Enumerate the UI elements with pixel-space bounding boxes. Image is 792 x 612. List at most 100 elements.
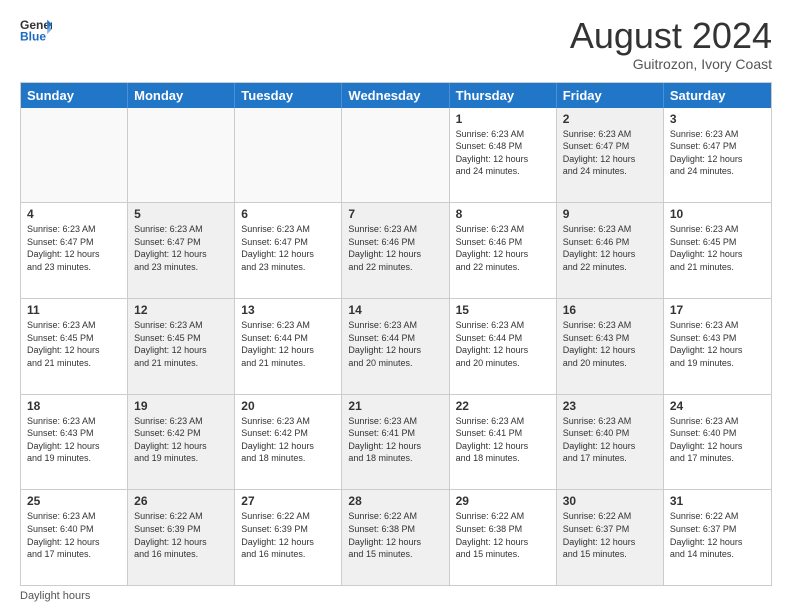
day-of-week-header: Monday: [128, 83, 235, 108]
day-info: Sunrise: 6:23 AM Sunset: 6:42 PM Dayligh…: [134, 415, 228, 465]
day-info: Sunrise: 6:23 AM Sunset: 6:41 PM Dayligh…: [348, 415, 442, 465]
calendar-cell: 19 Sunrise: 6:23 AM Sunset: 6:42 PM Dayli…: [128, 395, 235, 490]
day-info: Sunrise: 6:23 AM Sunset: 6:44 PM Dayligh…: [456, 319, 550, 369]
calendar-header: SundayMondayTuesdayWednesdayThursdayFrid…: [21, 83, 771, 108]
day-number: 29: [456, 494, 550, 508]
day-number: 12: [134, 303, 228, 317]
day-number: 9: [563, 207, 657, 221]
day-info: Sunrise: 6:23 AM Sunset: 6:46 PM Dayligh…: [348, 223, 442, 273]
day-of-week-header: Saturday: [664, 83, 771, 108]
calendar-cell: 9 Sunrise: 6:23 AM Sunset: 6:46 PM Daylig…: [557, 203, 664, 298]
calendar-cell: [342, 108, 449, 203]
day-info: Sunrise: 6:23 AM Sunset: 6:44 PM Dayligh…: [241, 319, 335, 369]
day-number: 17: [670, 303, 765, 317]
logo: General Blue: [20, 16, 52, 44]
calendar-cell: 14Sunrise: 6:23 AM Sunset: 6:44 PM Dayli…: [342, 299, 449, 394]
calendar-cell: 15Sunrise: 6:23 AM Sunset: 6:44 PM Dayli…: [450, 299, 557, 394]
calendar-cell: 20 Sunrise: 6:23 AM Sunset: 6:42 PM Dayli…: [235, 395, 342, 490]
day-number: 24: [670, 399, 765, 413]
day-number: 6: [241, 207, 335, 221]
day-number: 28: [348, 494, 442, 508]
calendar-cell: 17Sunrise: 6:23 AM Sunset: 6:43 PM Dayli…: [664, 299, 771, 394]
day-info: Sunrise: 6:23 AM Sunset: 6:48 PM Dayligh…: [456, 128, 550, 178]
day-number: 3: [670, 112, 765, 126]
day-info: Sunrise: 6:23 AM Sunset: 6:45 PM Dayligh…: [27, 319, 121, 369]
day-info: Sunrise: 6:23 AM Sunset: 6:47 PM Dayligh…: [563, 128, 657, 178]
calendar-cell: 10 Sunrise: 6:23 AM Sunset: 6:45 PM Dayli…: [664, 203, 771, 298]
day-number: 20: [241, 399, 335, 413]
day-number: 18: [27, 399, 121, 413]
calendar-cell: 28 Sunrise: 6:22 AM Sunset: 6:38 PM Dayli…: [342, 490, 449, 585]
calendar-cell: [21, 108, 128, 203]
day-info: Sunrise: 6:23 AM Sunset: 6:47 PM Dayligh…: [241, 223, 335, 273]
day-info: Sunrise: 6:23 AM Sunset: 6:42 PM Dayligh…: [241, 415, 335, 465]
day-number: 26: [134, 494, 228, 508]
svg-text:Blue: Blue: [20, 29, 46, 43]
day-number: 13: [241, 303, 335, 317]
day-info: Sunrise: 6:23 AM Sunset: 6:43 PM Dayligh…: [563, 319, 657, 369]
day-number: 25: [27, 494, 121, 508]
day-info: Sunrise: 6:23 AM Sunset: 6:45 PM Dayligh…: [670, 223, 765, 273]
day-info: Sunrise: 6:23 AM Sunset: 6:44 PM Dayligh…: [348, 319, 442, 369]
day-info: Sunrise: 6:22 AM Sunset: 6:39 PM Dayligh…: [241, 510, 335, 560]
day-info: Sunrise: 6:23 AM Sunset: 6:47 PM Dayligh…: [670, 128, 765, 178]
day-number: 21: [348, 399, 442, 413]
day-info: Sunrise: 6:23 AM Sunset: 6:43 PM Dayligh…: [27, 415, 121, 465]
calendar-cell: 13 Sunrise: 6:23 AM Sunset: 6:44 PM Dayli…: [235, 299, 342, 394]
calendar-cell: 26 Sunrise: 6:22 AM Sunset: 6:39 PM Dayli…: [128, 490, 235, 585]
day-number: 19: [134, 399, 228, 413]
day-info: Sunrise: 6:23 AM Sunset: 6:40 PM Dayligh…: [670, 415, 765, 465]
day-number: 7: [348, 207, 442, 221]
calendar-cell: 4 Sunrise: 6:23 AM Sunset: 6:47 PM Daylig…: [21, 203, 128, 298]
calendar-week-row: 11 Sunrise: 6:23 AM Sunset: 6:45 PM Dayli…: [21, 298, 771, 394]
day-info: Sunrise: 6:23 AM Sunset: 6:46 PM Dayligh…: [456, 223, 550, 273]
day-number: 2: [563, 112, 657, 126]
day-number: 27: [241, 494, 335, 508]
day-number: 30: [563, 494, 657, 508]
logo-icon: General Blue: [20, 16, 52, 44]
title-block: August 2024 Guitrozon, Ivory Coast: [570, 16, 772, 72]
day-info: Sunrise: 6:22 AM Sunset: 6:38 PM Dayligh…: [348, 510, 442, 560]
calendar-week-row: 18 Sunrise: 6:23 AM Sunset: 6:43 PM Dayli…: [21, 394, 771, 490]
day-info: Sunrise: 6:23 AM Sunset: 6:40 PM Dayligh…: [563, 415, 657, 465]
calendar-cell: 6 Sunrise: 6:23 AM Sunset: 6:47 PM Daylig…: [235, 203, 342, 298]
calendar-cell: 3 Sunrise: 6:23 AM Sunset: 6:47 PM Daylig…: [664, 108, 771, 203]
day-number: 11: [27, 303, 121, 317]
day-number: 23: [563, 399, 657, 413]
day-number: 22: [456, 399, 550, 413]
header: General Blue August 2024 Guitrozon, Ivor…: [20, 16, 772, 72]
day-number: 16: [563, 303, 657, 317]
day-info: Sunrise: 6:22 AM Sunset: 6:37 PM Dayligh…: [563, 510, 657, 560]
calendar-week-row: 1 Sunrise: 6:23 AM Sunset: 6:48 PM Daylig…: [21, 108, 771, 203]
calendar-body: 1 Sunrise: 6:23 AM Sunset: 6:48 PM Daylig…: [21, 108, 771, 585]
day-info: Sunrise: 6:23 AM Sunset: 6:46 PM Dayligh…: [563, 223, 657, 273]
day-of-week-header: Wednesday: [342, 83, 449, 108]
day-number: 5: [134, 207, 228, 221]
calendar-cell: [128, 108, 235, 203]
page: General Blue August 2024 Guitrozon, Ivor…: [0, 0, 792, 612]
day-info: Sunrise: 6:22 AM Sunset: 6:37 PM Dayligh…: [670, 510, 765, 560]
calendar-cell: 31Sunrise: 6:22 AM Sunset: 6:37 PM Dayli…: [664, 490, 771, 585]
day-of-week-header: Sunday: [21, 83, 128, 108]
calendar-week-row: 25Sunrise: 6:23 AM Sunset: 6:40 PM Dayli…: [21, 489, 771, 585]
day-info: Sunrise: 6:22 AM Sunset: 6:38 PM Dayligh…: [456, 510, 550, 560]
calendar-cell: 23 Sunrise: 6:23 AM Sunset: 6:40 PM Dayli…: [557, 395, 664, 490]
calendar-cell: 8Sunrise: 6:23 AM Sunset: 6:46 PM Daylig…: [450, 203, 557, 298]
daylight-label: Daylight hours: [20, 590, 90, 602]
day-number: 10: [670, 207, 765, 221]
calendar-cell: 21 Sunrise: 6:23 AM Sunset: 6:41 PM Dayli…: [342, 395, 449, 490]
day-number: 1: [456, 112, 550, 126]
day-of-week-header: Friday: [557, 83, 664, 108]
day-of-week-header: Tuesday: [235, 83, 342, 108]
day-number: 4: [27, 207, 121, 221]
calendar-cell: 1 Sunrise: 6:23 AM Sunset: 6:48 PM Daylig…: [450, 108, 557, 203]
day-info: Sunrise: 6:22 AM Sunset: 6:39 PM Dayligh…: [134, 510, 228, 560]
calendar-cell: 5 Sunrise: 6:23 AM Sunset: 6:47 PM Daylig…: [128, 203, 235, 298]
calendar-cell: 18 Sunrise: 6:23 AM Sunset: 6:43 PM Dayli…: [21, 395, 128, 490]
calendar: SundayMondayTuesdayWednesdayThursdayFrid…: [20, 82, 772, 586]
calendar-cell: 11 Sunrise: 6:23 AM Sunset: 6:45 PM Dayli…: [21, 299, 128, 394]
day-info: Sunrise: 6:23 AM Sunset: 6:47 PM Dayligh…: [27, 223, 121, 273]
day-info: Sunrise: 6:23 AM Sunset: 6:47 PM Dayligh…: [134, 223, 228, 273]
calendar-cell: 29 Sunrise: 6:22 AM Sunset: 6:38 PM Dayli…: [450, 490, 557, 585]
calendar-cell: 25Sunrise: 6:23 AM Sunset: 6:40 PM Dayli…: [21, 490, 128, 585]
